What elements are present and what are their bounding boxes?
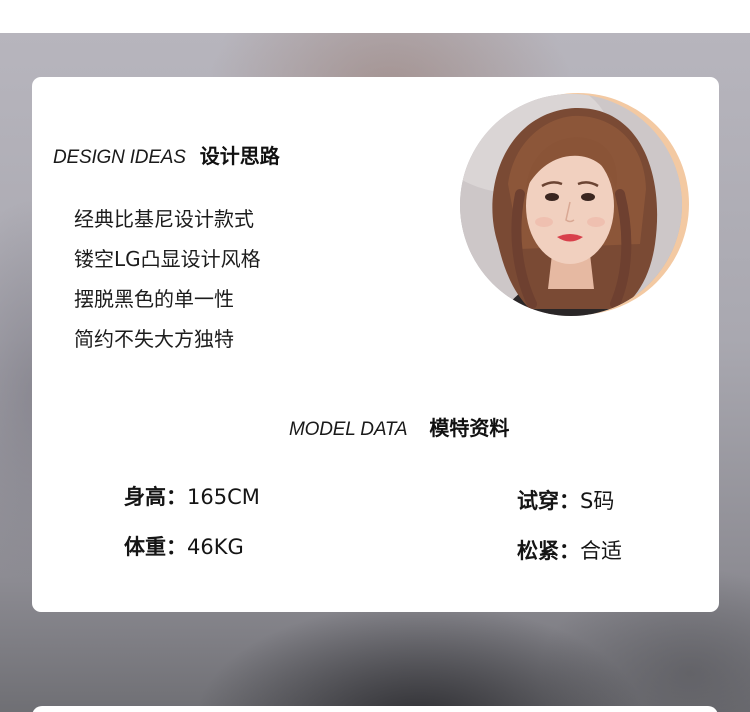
- design-idea-item: 经典比基尼设计款式: [74, 207, 254, 231]
- model-size-value: S码: [580, 489, 615, 513]
- model-portrait: [460, 93, 692, 316]
- top-white-strip: [0, 0, 750, 33]
- model-height-label: 身高：: [124, 485, 187, 509]
- next-card-edge: [32, 706, 718, 712]
- design-idea-item: 简约不失大方独特: [74, 327, 234, 351]
- model-data-heading-cn: 模特资料: [429, 416, 510, 440]
- design-ideas-heading-en: DESIGN IDEAS: [53, 147, 186, 168]
- design-ideas-heading: DESIGN IDEAS 设计思路: [53, 140, 280, 169]
- model-fit-value: 合适: [580, 539, 622, 563]
- model-weight-value: 46KG: [187, 535, 244, 559]
- design-idea-item: 镂空LG凸显设计风格: [74, 247, 261, 271]
- model-weight-label: 体重：: [124, 535, 187, 559]
- product-detail-page: DESIGN IDEAS 设计思路 经典比基尼设计款式 镂空LG凸显设计风格 摆…: [0, 0, 750, 712]
- design-idea-item: 摆脱黑色的单一性: [74, 287, 234, 311]
- model-data-heading: MODEL DATA 模特资料: [289, 412, 509, 441]
- model-size: 试穿：S码: [517, 485, 614, 515]
- portrait-illustration: [460, 94, 682, 316]
- model-height: 身高：165CM: [124, 481, 260, 511]
- model-fit: 松紧：合适: [517, 535, 622, 565]
- design-ideas-heading-cn: 设计思路: [199, 144, 280, 168]
- model-portrait-photo: [460, 94, 682, 316]
- model-data-heading-en: MODEL DATA: [289, 419, 408, 440]
- design-ideas-list: 经典比基尼设计款式 镂空LG凸显设计风格 摆脱黑色的单一性 简约不失大方独特: [74, 199, 261, 359]
- info-card: DESIGN IDEAS 设计思路 经典比基尼设计款式 镂空LG凸显设计风格 摆…: [32, 77, 719, 612]
- model-fit-label: 松紧：: [517, 539, 580, 563]
- model-size-label: 试穿：: [517, 489, 580, 513]
- model-height-value: 165CM: [187, 485, 260, 509]
- model-weight: 体重：46KG: [124, 531, 244, 561]
